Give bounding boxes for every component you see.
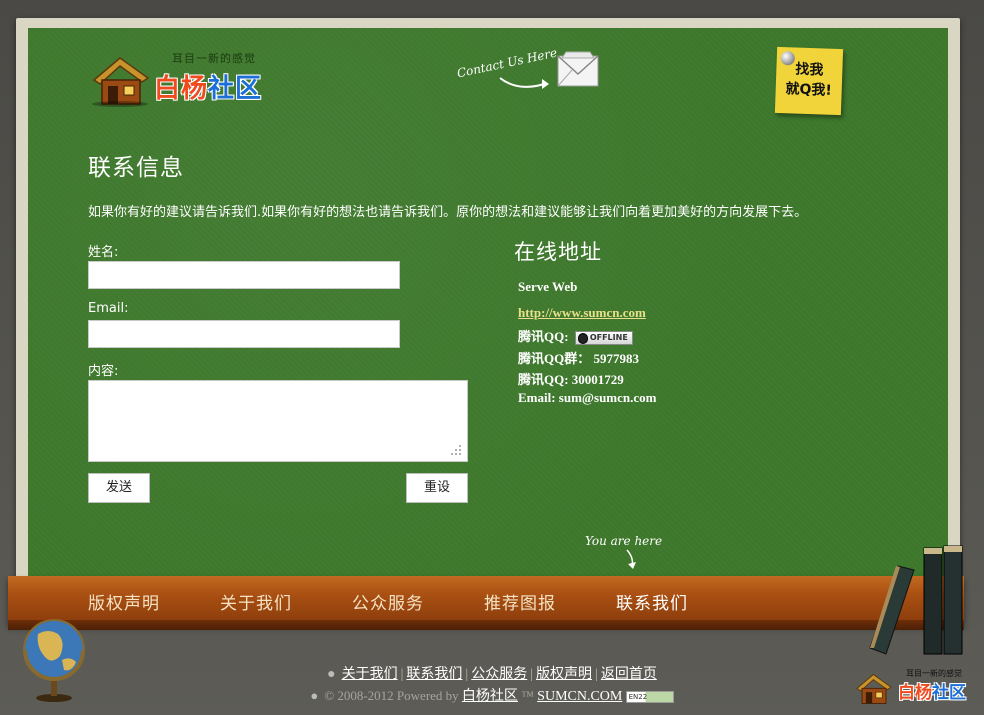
content-label: 内容: bbox=[88, 364, 119, 379]
house-icon bbox=[92, 57, 150, 107]
arrow-icon bbox=[499, 77, 549, 89]
intro-text: 如果你有好的建议请告诉我们.如果你有好的想法也请告诉我们。原你的想法和建议能够让… bbox=[88, 205, 808, 220]
down-arrow-icon bbox=[626, 549, 636, 569]
nav-item-recommend[interactable]: 推荐图报 bbox=[484, 589, 556, 614]
footer-logo-part1: 白杨 bbox=[898, 683, 932, 703]
contact-email: Email: sum@sumcn.com bbox=[518, 390, 657, 405]
serve-web-label: Serve Web bbox=[518, 279, 578, 294]
logo-name-part2: 社区 bbox=[208, 74, 263, 104]
footer-link-services[interactable]: 公众服务 bbox=[471, 667, 527, 682]
footer-link-contact[interactable]: 联系我们 bbox=[406, 667, 462, 682]
logo-tagline: 耳目一新的感觉 bbox=[172, 52, 256, 65]
you-are-here-hint: You are here bbox=[585, 534, 663, 548]
logo-text: 白杨社区 bbox=[154, 68, 262, 105]
email-field[interactable] bbox=[88, 320, 400, 348]
submit-button[interactable]: 发送 bbox=[88, 473, 150, 503]
footer-copyright: ● © 2008-2012 Powered by 白杨社区 ™ SUMCN.COM… bbox=[0, 685, 984, 705]
footer-link-about[interactable]: 关于我们 bbox=[342, 667, 398, 682]
qq-status-badge[interactable]: OFFLINE bbox=[574, 331, 633, 346]
qq-sticky-note[interactable]: 找我 就Q我! bbox=[774, 46, 844, 116]
footer-logo-text: 白杨社区 bbox=[898, 678, 966, 703]
content-field[interactable] bbox=[88, 380, 468, 462]
website-link[interactable]: http://www.sumcn.com bbox=[518, 305, 646, 320]
qq-status-text: OFFLINE bbox=[589, 333, 628, 343]
footer-site-link[interactable]: SUMCN.COM bbox=[537, 689, 622, 704]
copyright-text: © 2008-2012 Powered by bbox=[324, 688, 459, 703]
nav-item-copyright[interactable]: 版权声明 bbox=[88, 589, 160, 614]
footer-logo-part2: 社区 bbox=[932, 683, 966, 703]
footer-brand-link[interactable]: 白杨社区 bbox=[462, 689, 518, 704]
penguin-icon bbox=[577, 333, 588, 345]
name-label: 姓名: bbox=[88, 245, 119, 260]
footer-logo[interactable]: 耳目一新的感觉 白杨社区 bbox=[852, 668, 976, 708]
trademark-symbol: ™ bbox=[521, 688, 534, 703]
qq-row: 腾讯QQ: OFFLINE bbox=[518, 326, 633, 346]
sticky-line2: 就Q我! bbox=[785, 81, 833, 99]
shelf-edge bbox=[8, 620, 964, 630]
page-title: 联系信息 bbox=[88, 155, 184, 181]
footer-link-copyright[interactable]: 版权声明 bbox=[536, 667, 592, 682]
site-logo[interactable]: 耳目一新的感觉 白杨社区 bbox=[88, 48, 278, 110]
online-title: 在线地址 bbox=[514, 240, 602, 264]
validator-badge[interactable]: EN22 bbox=[625, 691, 674, 704]
footer-links: ● 关于我们 | 联系我们 | 公众服务 | 版权声明 | 返回首页 bbox=[327, 667, 657, 682]
bullet-icon: ● bbox=[310, 688, 319, 703]
logo-name-part1: 白杨 bbox=[154, 74, 209, 104]
email-label: Email: bbox=[88, 301, 129, 316]
footer-link-home[interactable]: 返回首页 bbox=[601, 667, 657, 682]
qq-group: 腾讯QQ群： 5977983 bbox=[518, 351, 639, 366]
qq-label: 腾讯QQ: bbox=[518, 329, 569, 344]
books-icon bbox=[869, 545, 963, 655]
house-icon bbox=[856, 673, 892, 704]
nav-item-contact[interactable]: 联系我们 bbox=[616, 589, 688, 614]
resize-grip-icon[interactable] bbox=[450, 444, 462, 456]
reset-button[interactable]: 重设 bbox=[406, 473, 468, 503]
name-field[interactable] bbox=[88, 261, 400, 289]
envelope-icon[interactable] bbox=[556, 48, 600, 90]
nav-item-about[interactable]: 关于我们 bbox=[220, 589, 292, 614]
nav-item-services[interactable]: 公众服务 bbox=[352, 589, 424, 614]
qq-number: 腾讯QQ: 30001729 bbox=[518, 372, 624, 387]
bullet-icon: ● bbox=[327, 667, 336, 682]
